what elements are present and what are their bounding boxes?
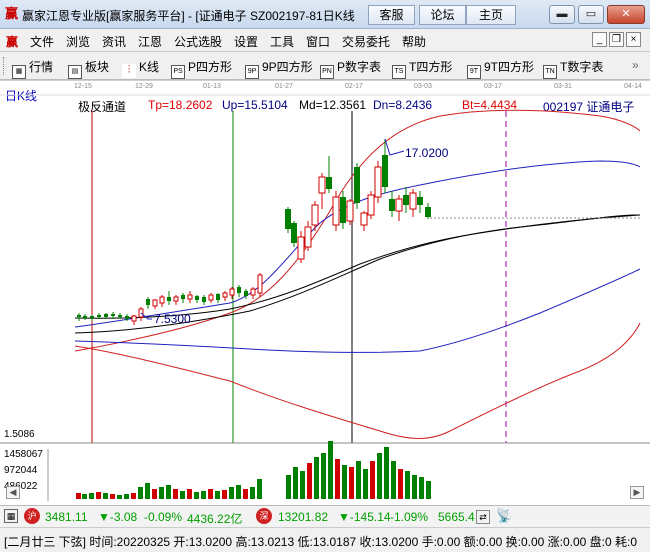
volume-axis-label: 972044 bbox=[4, 465, 38, 476]
p-number-table-icon: PN bbox=[320, 65, 334, 79]
toggle-icon[interactable]: ⇄ bbox=[476, 510, 490, 524]
p-square-icon: PS bbox=[171, 65, 185, 79]
t-square-icon: TS bbox=[392, 65, 406, 79]
minimize-icon[interactable]: ▬ bbox=[549, 5, 575, 24]
9t-square-icon: 9T bbox=[467, 65, 481, 79]
sh-index-value: 3481.11 bbox=[45, 510, 88, 524]
lower-band-line bbox=[74, 322, 641, 439]
menu-gann[interactable]: 江恩 bbox=[138, 33, 162, 50]
menu-window[interactable]: 窗口 bbox=[306, 33, 330, 50]
title-bar: 赢 赢家江恩专业版[赢家服务平台] - [证通电子 SZ002197-81日K线… bbox=[0, 0, 650, 29]
service-button[interactable]: 客服 bbox=[368, 5, 415, 25]
t-number-table-icon: TN bbox=[543, 65, 557, 79]
blocks-icon: ▤ bbox=[68, 65, 82, 79]
menu-file[interactable]: 文件 bbox=[30, 33, 54, 50]
close-icon[interactable]: ✕ bbox=[607, 5, 645, 24]
tool-9p-square[interactable]: 9P 9P四方形 bbox=[245, 58, 313, 79]
menu-trade[interactable]: 交易委托 bbox=[342, 33, 390, 50]
menu-formula[interactable]: 公式选股 bbox=[174, 33, 222, 50]
sh-amount: 4436.22亿 bbox=[187, 512, 243, 526]
menu-browse[interactable]: 浏览 bbox=[66, 33, 90, 50]
kline-chart: 17.0200 7.5300 bbox=[0, 94, 650, 501]
index-status-bar: ▦ 沪 3481.11 ▼-3.08 -0.09% 4436.22亿 深 132… bbox=[0, 505, 650, 527]
forum-button[interactable]: 论坛 bbox=[419, 5, 466, 25]
high-price-label: 17.0200 bbox=[405, 146, 449, 160]
menu-tools[interactable]: 工具 bbox=[270, 33, 294, 50]
high-annotation-line bbox=[384, 138, 405, 156]
sh-index-pct: -0.09% bbox=[144, 510, 183, 524]
tool-t-number-table[interactable]: TN T数字表 bbox=[543, 58, 603, 79]
tool-quote[interactable]: ▦ 行情 bbox=[12, 58, 53, 79]
chart-area[interactable]: 日K线 12-15 12-29 01-13 01-27 02-17 03-03 … bbox=[0, 80, 650, 501]
app-logo-icon: 赢 bbox=[5, 6, 19, 21]
tool-p-square[interactable]: PS P四方形 bbox=[171, 58, 232, 79]
mdi-restore-icon[interactable]: ❐ bbox=[609, 32, 624, 47]
quote-bar: [二月廿三 下弦] 时间:20220325 开:13.0200 高:13.021… bbox=[0, 527, 650, 552]
tool-kline[interactable]: ⫶ K线 bbox=[122, 58, 159, 78]
sh-index-icon: 沪 bbox=[24, 508, 40, 524]
9p-square-icon: 9P bbox=[245, 65, 259, 79]
tool-sector[interactable]: ▤ 板块 bbox=[68, 58, 109, 79]
candle-icon: ⫶ bbox=[122, 64, 136, 78]
window-title: 赢家江恩专业版[赢家服务平台] - [证通电子 SZ002197-81日K线 bbox=[22, 9, 355, 23]
volume-axis-label: 1458067 bbox=[4, 449, 43, 460]
scroll-right-icon[interactable]: ▶ bbox=[630, 486, 644, 499]
menu-help[interactable]: 帮助 bbox=[402, 33, 426, 50]
toolbar: ▦ 行情 ▤ 板块 ⫶ K线 PS P四方形 9P 9P四方形 PN P数字表 TS T四方形… bbox=[0, 52, 650, 80]
menu-info[interactable]: 资讯 bbox=[102, 33, 126, 50]
mdi-minimize-icon[interactable]: _ bbox=[592, 32, 607, 47]
low-price-label: 7.5300 bbox=[154, 312, 191, 326]
tool-t-square[interactable]: TS T四方形 bbox=[392, 58, 452, 79]
sh-index-change: ▼-3.08 bbox=[98, 510, 138, 524]
calculator-icon[interactable]: ▦ bbox=[4, 509, 18, 523]
grid-icon: ▦ bbox=[12, 65, 26, 79]
toolbar-overflow-icon[interactable]: » bbox=[632, 58, 639, 72]
menu-bar: 赢 文件 浏览 资讯 江恩 公式选股 设置 工具 窗口 交易委托 帮助 _ ❐ … bbox=[0, 29, 650, 52]
sz-index-pct: -1.09% bbox=[390, 510, 429, 524]
mdi-close-icon[interactable]: × bbox=[626, 32, 641, 47]
tool-p-number-table[interactable]: PN P数字表 bbox=[320, 58, 381, 79]
toolbar-grip[interactable] bbox=[3, 57, 6, 75]
menu-logo-icon: 赢 bbox=[6, 35, 19, 49]
candles bbox=[77, 139, 431, 325]
indicator-axis-label: 1.5086 bbox=[4, 429, 35, 440]
menu-settings[interactable]: 设置 bbox=[234, 33, 258, 50]
sz-index-value: 13201.82 bbox=[278, 510, 329, 524]
sz-index-icon: 深 bbox=[256, 508, 272, 524]
maximize-icon[interactable]: ▭ bbox=[578, 5, 604, 24]
quote-text: [二月廿三 下弦] 时间:20220325 开:13.0200 高:13.021… bbox=[4, 535, 638, 549]
tool-9t-square[interactable]: 9T 9T四方形 bbox=[467, 58, 534, 79]
sz-index-change: ▼-145.14 bbox=[338, 510, 391, 524]
volume-bars bbox=[76, 441, 431, 499]
sz-amount: 5665.4 bbox=[438, 510, 475, 524]
lower-blue-band-line bbox=[74, 268, 641, 353]
signal-icon[interactable]: 📡 bbox=[496, 508, 512, 524]
home-button[interactable]: 主页 bbox=[466, 5, 516, 25]
scroll-left-icon[interactable]: ◀ bbox=[6, 486, 20, 499]
